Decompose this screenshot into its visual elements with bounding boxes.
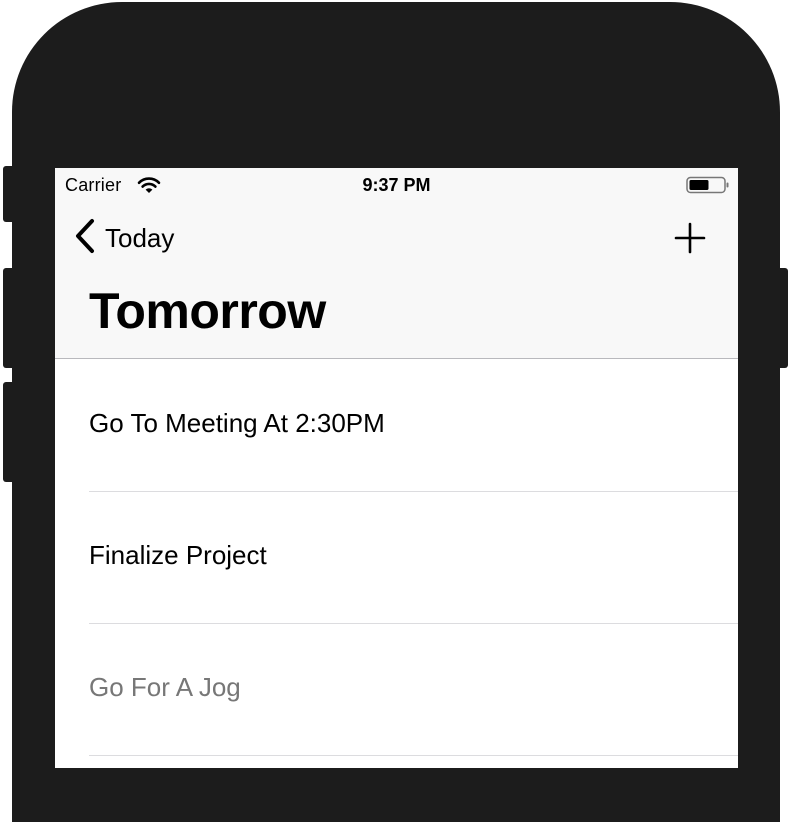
add-item-button[interactable] [672, 220, 708, 256]
side-button-volume-down [3, 382, 15, 482]
back-button[interactable]: Today [73, 218, 174, 258]
todo-list: Go To Meeting At 2:30PM Finalize Project… [55, 360, 738, 756]
chevron-left-icon [73, 218, 97, 259]
side-button-volume-up [3, 268, 15, 368]
side-button-mute [3, 166, 15, 222]
list-item-label: Finalize Project [89, 540, 267, 570]
list-item[interactable]: Go To Meeting At 2:30PM [55, 360, 738, 492]
navigation-bar: Today Tomorrow [55, 204, 738, 359]
battery-icon [686, 176, 730, 194]
page-title: Tomorrow [89, 283, 326, 339]
status-bar: Carrier 9:37 PM [55, 168, 738, 204]
list-item[interactable]: Go For A Jog [55, 624, 738, 756]
list-item[interactable]: Finalize Project [55, 492, 738, 624]
plus-icon [672, 222, 708, 260]
back-button-label: Today [105, 222, 175, 253]
row-separator [89, 755, 738, 756]
list-item-label: Go To Meeting At 2:30PM [89, 408, 385, 438]
side-button-power [776, 268, 788, 368]
list-item-label: Go For A Jog [89, 672, 241, 702]
status-time: 9:37 PM [362, 175, 431, 195]
phone-screen: Carrier 9:37 PM Today Tomorrow Go To Mee… [55, 168, 738, 768]
